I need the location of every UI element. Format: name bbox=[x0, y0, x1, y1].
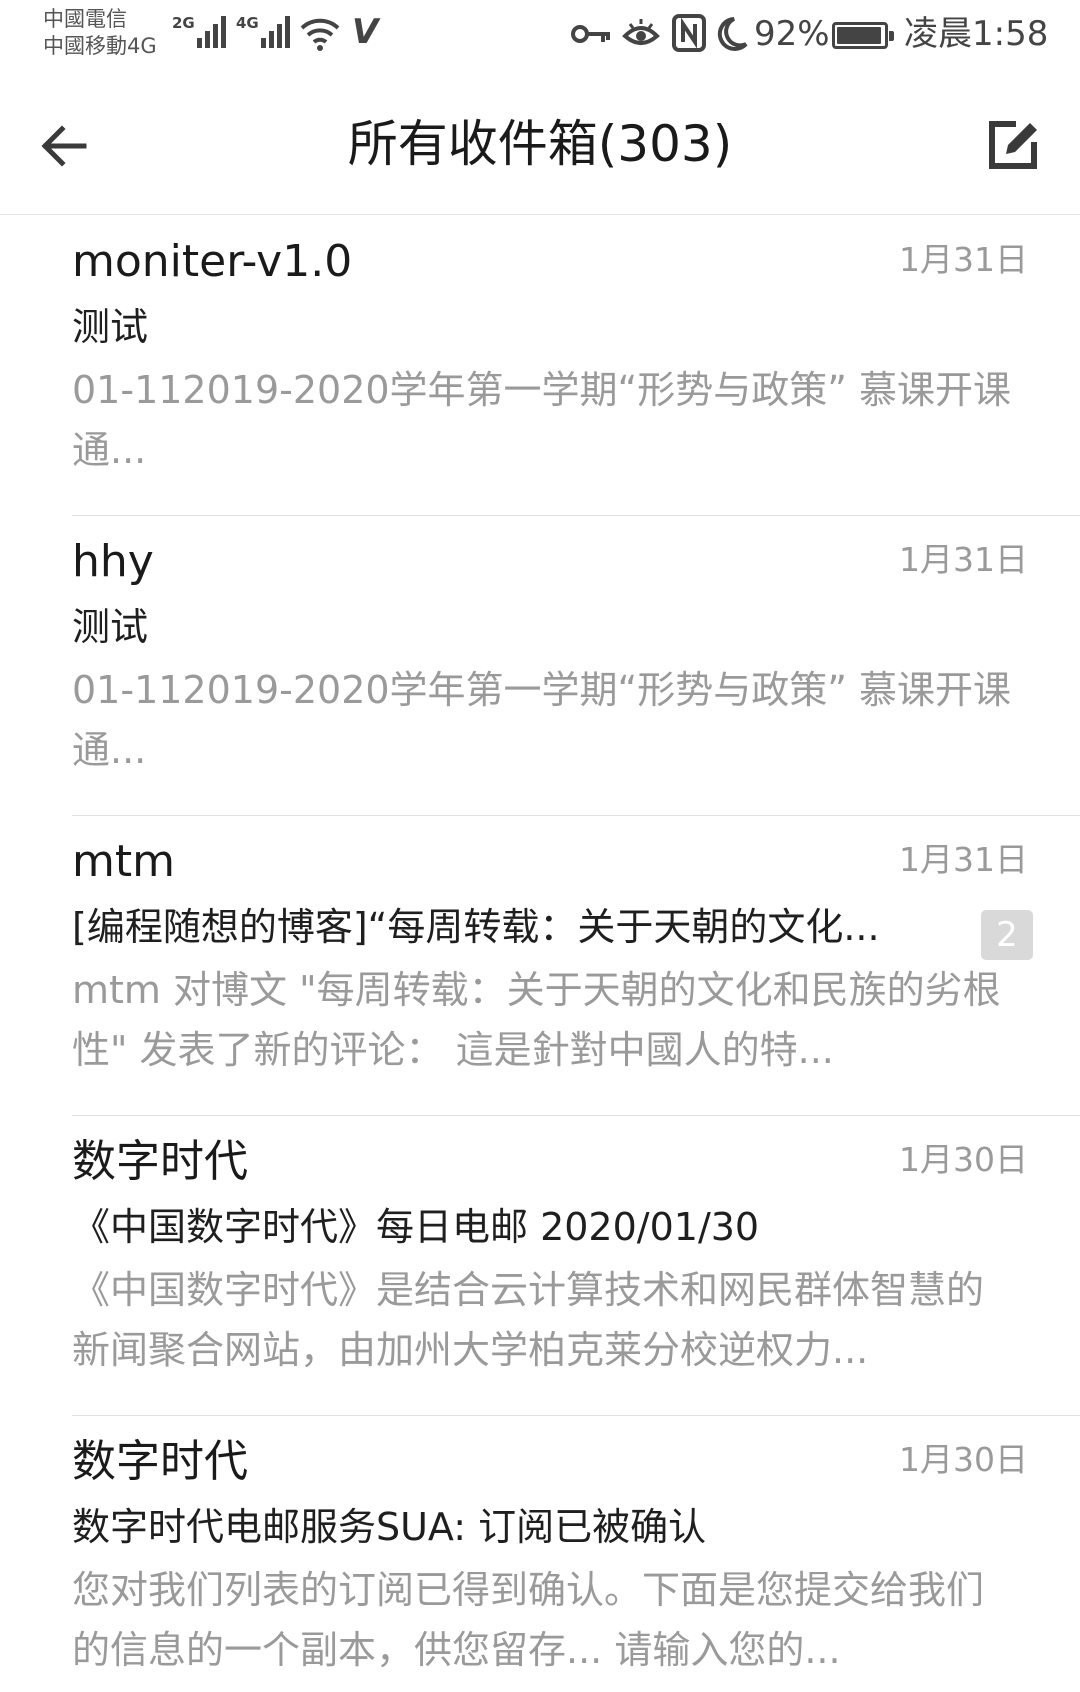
mail-subject: 数字时代电邮服务SUA: 订阅已被确认 bbox=[72, 1505, 707, 1549]
mail-subject: 《中国数字时代》每日电邮 2020/01/30 bbox=[72, 1205, 760, 1249]
mail-subject: [编程随想的博客]“每周转载：关于天朝的文化... bbox=[72, 905, 880, 949]
mail-preview: 01-112019-2020学年第一学期“形势与政策” 慕课开课通... bbox=[72, 368, 1011, 472]
mail-sender: moniter-v1.0 bbox=[72, 236, 353, 287]
mail-date: 1月30日 bbox=[899, 1140, 1028, 1179]
signal-1-gen: 2G bbox=[172, 14, 195, 32]
compose-icon[interactable] bbox=[984, 114, 1044, 174]
key-icon bbox=[571, 25, 610, 43]
mail-date: 1月31日 bbox=[899, 540, 1028, 579]
carrier-1-label: 中國電信 bbox=[43, 7, 127, 31]
signal-icon: 4G bbox=[236, 14, 290, 48]
signal-2-gen: 4G bbox=[236, 14, 259, 32]
mail-subject: 测试 bbox=[72, 605, 149, 649]
status-bar: 中國電信 中國移動4G 2G 4G V 92% 凌晨1:58 bbox=[0, 0, 1080, 80]
mail-preview: mtm 对博文 "每周转载：关于天朝的文化和民族的劣根性" 发表了新的评论： 這… bbox=[72, 968, 1001, 1072]
mail-list-item[interactable]: moniter-v1.0 1月31日 测试 01-112019-2020学年第一… bbox=[0, 216, 1080, 516]
mail-list-item[interactable]: hhy 1月31日 测试 01-112019-2020学年第一学期“形势与政策”… bbox=[0, 516, 1080, 816]
thread-count-badge: 2 bbox=[981, 910, 1033, 960]
nfc-icon bbox=[672, 14, 706, 52]
eye-icon bbox=[622, 19, 660, 45]
carrier-labels: 中國電信 中國移動4G bbox=[43, 6, 157, 60]
mail-preview: 您对我们列表的订阅已得到确认。下面是您提交给我们的信息的一个副本，供您留存...… bbox=[72, 1568, 985, 1672]
mail-date: 1月31日 bbox=[899, 840, 1028, 879]
mail-preview: 《中国数字时代》是结合云计算技术和网民群体智慧的新闻聚合网站，由加州大学柏克莱分… bbox=[72, 1268, 985, 1372]
battery-icon bbox=[832, 22, 894, 49]
mail-list-item[interactable]: 数字时代 1月30日 《中国数字时代》每日电邮 2020/01/30 《中国数字… bbox=[0, 1116, 1080, 1416]
mail-date: 1月30日 bbox=[899, 1440, 1028, 1479]
signal-icon: 2G bbox=[172, 14, 226, 48]
mail-preview: 01-112019-2020学年第一学期“形势与政策” 慕课开课通... bbox=[72, 668, 1011, 772]
page-title: 所有收件箱(303) bbox=[347, 115, 733, 173]
carrier-2-label: 中國移動4G bbox=[43, 34, 157, 58]
battery-percent: 92% bbox=[754, 14, 830, 54]
mail-subject: 测试 bbox=[72, 305, 149, 349]
mail-list: moniter-v1.0 1月31日 测试 01-112019-2020学年第一… bbox=[0, 216, 1080, 1692]
wifi-icon bbox=[300, 18, 340, 51]
mail-sender: mtm bbox=[72, 836, 175, 887]
moon-icon bbox=[717, 17, 748, 51]
app-header: 所有收件箱(303) bbox=[0, 80, 1080, 215]
mail-date: 1月31日 bbox=[899, 240, 1028, 279]
mail-sender: 数字时代 bbox=[72, 1136, 248, 1187]
mail-sender: 数字时代 bbox=[72, 1436, 248, 1487]
status-time: 凌晨1:58 bbox=[904, 14, 1049, 54]
mail-list-item[interactable]: 数字时代 1月30日 数字时代电邮服务SUA: 订阅已被确认 您对我们列表的订阅… bbox=[0, 1416, 1080, 1692]
mail-list-item[interactable]: mtm 1月31日 [编程随想的博客]“每周转载：关于天朝的文化... 2 mt… bbox=[0, 816, 1080, 1116]
mail-sender: hhy bbox=[72, 536, 154, 587]
vpn-icon: V bbox=[352, 12, 379, 52]
